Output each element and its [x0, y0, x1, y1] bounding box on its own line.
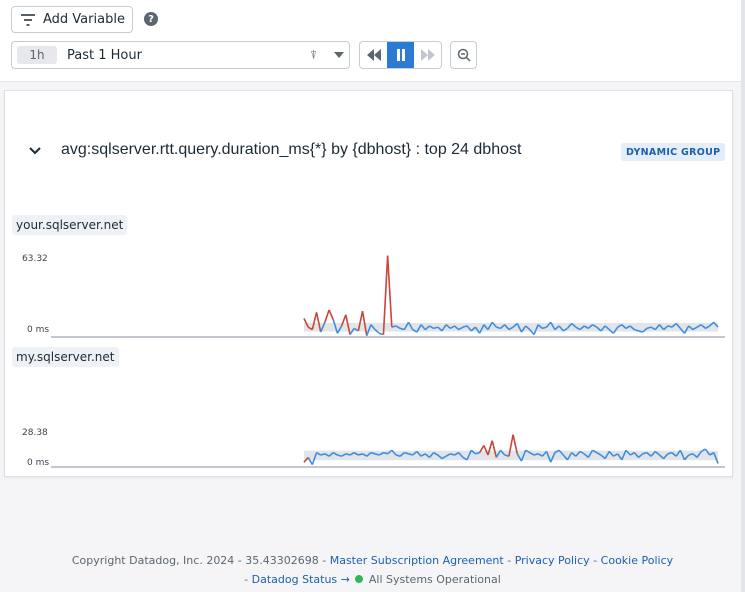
pause-button[interactable]: [387, 42, 414, 68]
zoom-out-icon: [457, 48, 471, 62]
dashboard-toolbar: Add Variable ? 1h Past 1 Hour ⍒: [0, 0, 745, 82]
status-ok-icon: [355, 575, 364, 583]
filter-icon: [21, 13, 35, 26]
scrollbar-track[interactable]: [741, 0, 745, 592]
series-segment: [328, 309, 335, 321]
privacy-policy-link[interactable]: Privacy Policy: [515, 554, 590, 567]
add-variable-label: Add Variable: [43, 12, 125, 27]
status-link[interactable]: Datadog Status →: [252, 573, 350, 586]
msa-link[interactable]: Master Subscription Agreement: [330, 554, 504, 567]
zoom-out-button[interactable]: [450, 41, 477, 69]
playback-controls: [359, 41, 442, 69]
fast-forward-button[interactable]: [414, 42, 441, 68]
time-range-chip: 1h: [17, 46, 57, 64]
pin-icon[interactable]: ⍒: [310, 48, 317, 63]
timeseries-widget: avg:sqlserver.rtt.query.duration_ms{*} b…: [4, 90, 733, 477]
add-variable-button[interactable]: Add Variable: [11, 6, 133, 33]
separator: -: [507, 554, 512, 567]
page-footer: Copyright Datadog, Inc. 2024 - 35.433026…: [0, 551, 745, 589]
series-segment: [382, 255, 389, 335]
series-segment: [324, 309, 330, 323]
rewind-button[interactable]: [360, 42, 387, 68]
question-circle-icon[interactable]: ?: [144, 12, 158, 26]
time-range-selector[interactable]: 1h Past 1 Hour ⍒: [11, 41, 350, 69]
series-segment: [386, 255, 393, 328]
timeseries-plot-area[interactable]: [5, 91, 734, 478]
time-range-label: Past 1 Hour: [67, 47, 142, 63]
pause-icon: [396, 49, 405, 61]
status-text: All Systems Operational: [368, 573, 501, 586]
separator: -: [244, 573, 249, 586]
separator: -: [593, 554, 598, 567]
fast-forward-icon: [420, 49, 435, 61]
rewind-icon: [366, 49, 381, 61]
chevron-down-icon[interactable]: [334, 52, 344, 58]
copyright-text: Copyright Datadog, Inc. 2024 - 35.433026…: [71, 554, 327, 567]
cookie-policy-link[interactable]: Cookie Policy: [601, 554, 673, 567]
